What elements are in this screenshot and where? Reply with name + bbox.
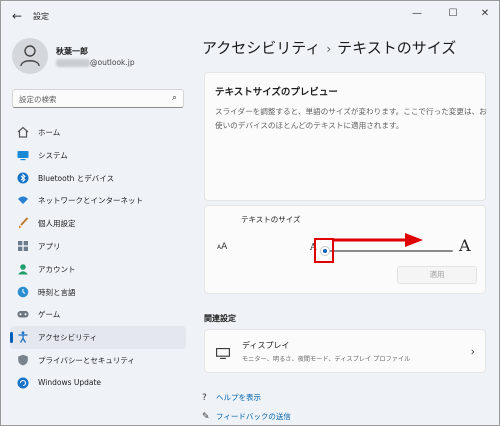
sidebar-item-label: アプリ [38,241,61,251]
search-placeholder: 設定の検索 [19,95,57,104]
sidebar-item-label: Bluetooth とデバイス [38,173,115,183]
sidebar-item-personalization[interactable]: 個人用設定 [10,212,186,235]
breadcrumb-parent[interactable]: アクセシビリティ [202,39,320,57]
close-icon[interactable]: ✕ [475,5,495,23]
help-icon: ? [202,393,207,403]
search-input[interactable]: 設定の検索 ⌕ [12,89,184,108]
app-title: 設定 [33,12,49,21]
feedback-link-label: フィードバックの送信 [216,412,291,421]
sidebar-item-label: ネットワークとインターネット [38,196,143,206]
text-size-label: テキストのサイズ [241,215,301,224]
bluetooth-icon [17,172,29,184]
user-email: @outlook.jp [90,58,135,67]
help-link[interactable]: ? ヘルプを表示 [202,392,261,403]
title-bar: ← 設定 — ☐ ✕ [1,1,499,31]
sidebar-item-label: 時刻と言語 [38,287,76,297]
maximize-icon[interactable]: ☐ [443,5,463,23]
text-size-icon: AA [217,242,228,252]
sidebar-item-label: アカウント [38,264,76,274]
sidebar-item-label: システム [38,150,68,160]
gaming-icon [17,311,29,318]
sidebar-item-label: ゲーム [38,310,61,320]
sidebar-item-label: アクセシビリティ [38,333,98,343]
search-icon: ⌕ [171,93,177,103]
page-title: テキストのサイズ [337,39,457,57]
display-subtitle: モニター、明るさ、夜間モード、ディスプレイ プロファイル [242,356,411,363]
breadcrumb: アクセシビリティ › テキストのサイズ [202,37,456,58]
sidebar-item-home[interactable]: ホーム [10,121,186,144]
preview-title: テキストサイズのプレビュー [215,87,338,98]
display-title: ディスプレイ [242,341,290,350]
sidebar-item-windows-update[interactable]: Windows Update [10,372,186,395]
feedback-icon: ✎ [202,412,210,422]
slider-max-glyph: A [459,236,471,255]
display-settings-link[interactable]: ディスプレイ モニター、明るさ、夜間モード、ディスプレイ プロファイル › [204,329,486,373]
preview-text: スライダーを調整すると、単語のサイズが変わります。ここで行った変更は、お使いのデ… [215,107,487,130]
monitor-icon [216,348,230,359]
sidebar-item-network[interactable]: ネットワークとインターネット [10,189,186,212]
time-language-icon [17,286,29,297]
update-icon [17,377,29,389]
chevron-right-icon: › [470,345,475,358]
feedback-link[interactable]: ✎ フィードバックの送信 [202,411,291,422]
sidebar-item-label: ホーム [38,128,61,137]
sidebar-item-accessibility[interactable]: アクセシビリティ [10,326,186,349]
minimize-icon[interactable]: — [407,5,427,23]
drag-arrow-icon [333,233,423,247]
related-settings-heading: 関連設定 [204,314,236,323]
sidebar-item-system[interactable]: システム [10,144,186,167]
user-name: 秋葉一郎 [56,47,88,56]
account-icon [18,263,28,275]
home-icon [17,126,29,138]
apps-icon [18,240,28,251]
apply-button[interactable]: 適用 [397,266,477,284]
preview-card: テキストサイズのプレビュー スライダーを調整すると、単語のサイズが変わります。こ… [204,72,487,201]
sidebar-nav: ホーム システム Bluetooth とデバイス ネットワークとインターネット … [10,121,186,395]
text-size-slider-track[interactable] [325,250,453,252]
sidebar-item-time-language[interactable]: 時刻と言語 [10,281,186,304]
settings-window: ← 設定 — ☐ ✕ 秋葉一郎 @outlook.jp 設定の検索 ⌕ ホーム … [0,0,500,426]
sidebar-item-label: プライバシーとセキュリティ [38,355,135,365]
accessibility-icon [18,331,28,344]
email-redacted [56,59,90,67]
network-icon [18,196,28,205]
sidebar-item-bluetooth[interactable]: Bluetooth とデバイス [10,167,186,190]
active-indicator [10,332,13,344]
avatar[interactable] [12,38,48,74]
sidebar-item-label: 個人用設定 [38,219,76,229]
person-icon [20,45,40,67]
sidebar-item-apps[interactable]: アプリ [10,235,186,258]
back-arrow-icon[interactable]: ← [9,8,25,24]
sidebar-item-gaming[interactable]: ゲーム [10,303,186,326]
sidebar-item-privacy[interactable]: プライバシーとセキュリティ [10,349,186,372]
sidebar-item-label: Windows Update [38,377,102,387]
system-icon [17,150,29,160]
breadcrumb-separator: › [326,42,332,56]
sidebar-item-accounts[interactable]: アカウント [10,258,186,281]
brush-icon [19,217,29,229]
help-link-label: ヘルプを表示 [216,393,261,402]
shield-icon [18,354,28,366]
